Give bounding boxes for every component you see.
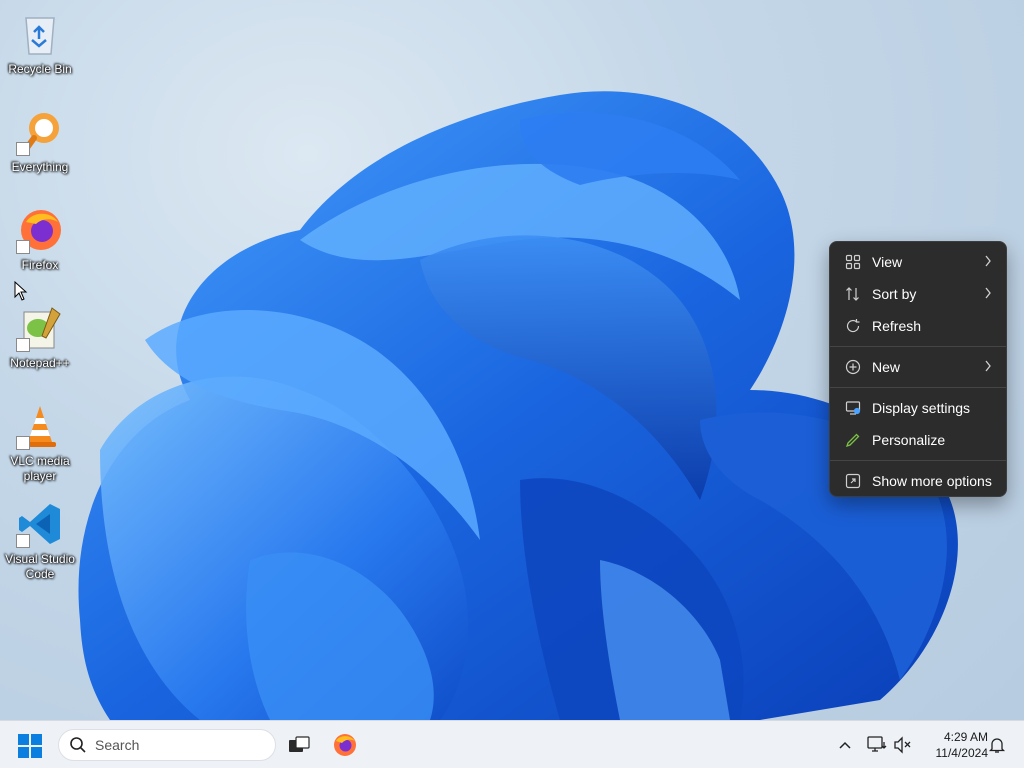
start-button[interactable] <box>17 733 43 759</box>
taskbar-search-box[interactable] <box>58 729 276 761</box>
refresh-icon <box>844 317 862 335</box>
desktop-icon-everything[interactable]: Everything <box>2 104 78 194</box>
desktop-icon-label: Firefox <box>21 258 59 272</box>
desktop-context-menu: View Sort by Refresh New Display setting… <box>829 241 1007 497</box>
view-grid-icon <box>844 253 862 271</box>
context-menu-label: New <box>872 359 901 375</box>
notepad-plus-plus-icon <box>16 304 64 352</box>
context-menu-item-show-more-options[interactable]: Show more options <box>830 465 1006 497</box>
vlc-cone-icon <box>16 402 64 450</box>
taskbar-clock[interactable]: 4:29 AM 11/4/2024 <box>918 729 989 761</box>
desktop-icon-firefox[interactable]: Firefox <box>2 202 78 292</box>
network-monitor-icon <box>867 736 887 752</box>
personalize-pen-icon <box>844 431 862 449</box>
context-menu-item-view[interactable]: View <box>830 246 1006 278</box>
desktop-icon-label: VLC media player <box>10 454 70 483</box>
show-hidden-icons-button[interactable] <box>834 734 856 756</box>
context-menu-separator <box>830 346 1006 347</box>
bell-icon <box>988 738 1006 753</box>
chevron-right-icon <box>984 254 992 271</box>
firefox-icon <box>16 206 64 254</box>
context-menu-separator <box>830 387 1006 388</box>
context-menu-separator <box>830 460 1006 461</box>
taskbar-task-view-button[interactable] <box>284 730 314 760</box>
speaker-muted-icon <box>894 736 911 754</box>
shortcut-arrow-icon <box>16 436 30 450</box>
context-menu-item-display-settings[interactable]: Display settings <box>830 392 1006 424</box>
shortcut-arrow-icon <box>16 142 30 156</box>
chevron-right-icon <box>984 359 992 376</box>
context-menu-item-new[interactable]: New <box>830 351 1006 383</box>
context-menu-item-refresh[interactable]: Refresh <box>830 310 1006 342</box>
network-status-button[interactable] <box>866 734 888 756</box>
context-menu-label: Sort by <box>872 286 917 302</box>
chevron-up-icon <box>839 741 851 749</box>
desktop-icon-recycle-bin[interactable]: Recycle Bin <box>2 6 78 96</box>
task-view-icon <box>289 736 310 752</box>
new-plus-icon <box>844 358 862 376</box>
windows-logo-icon <box>18 734 42 758</box>
search-input[interactable] <box>95 737 255 753</box>
mouse-cursor-icon <box>14 281 28 301</box>
context-menu-item-personalize[interactable]: Personalize <box>830 424 1006 456</box>
recycle-bin-icon <box>16 10 64 58</box>
context-menu-label: Refresh <box>872 318 922 334</box>
taskbar: 4:29 AM 11/4/2024 <box>0 720 1024 768</box>
context-menu-label: Personalize <box>872 432 946 448</box>
notifications-button[interactable] <box>986 734 1008 756</box>
desktop-icon-label: Visual Studio Code <box>5 552 75 581</box>
shortcut-arrow-icon <box>16 338 30 352</box>
sort-icon <box>844 285 862 303</box>
desktop-icon-vscode[interactable]: Visual Studio Code <box>2 496 78 586</box>
taskbar-firefox-button[interactable] <box>330 730 360 760</box>
volume-button[interactable] <box>892 734 914 756</box>
show-more-options-icon <box>844 472 862 490</box>
desktop-icon-label: Notepad++ <box>10 356 70 370</box>
clock-date: 11/4/2024 <box>935 746 989 760</box>
display-settings-icon <box>844 399 862 417</box>
desktop-icon-label: Recycle Bin <box>8 62 72 76</box>
desktop-icon-vlc[interactable]: VLC media player <box>2 398 78 488</box>
shortcut-arrow-icon <box>16 240 30 254</box>
search-icon <box>69 736 87 754</box>
shortcut-arrow-icon <box>16 534 30 548</box>
chevron-right-icon <box>984 286 992 303</box>
clock-time: 4:29 AM <box>943 730 988 744</box>
context-menu-label: View <box>872 254 903 270</box>
context-menu-label: Show more options <box>872 473 992 489</box>
firefox-icon <box>334 734 356 756</box>
context-menu-label: Display settings <box>872 400 971 416</box>
context-menu-item-sort-by[interactable]: Sort by <box>830 278 1006 310</box>
desktop-icon-label: Everything <box>11 160 69 174</box>
vscode-icon <box>16 500 64 548</box>
desktop-icon-notepad-plus-plus[interactable]: Notepad++ <box>2 300 78 390</box>
everything-search-icon <box>16 108 64 156</box>
